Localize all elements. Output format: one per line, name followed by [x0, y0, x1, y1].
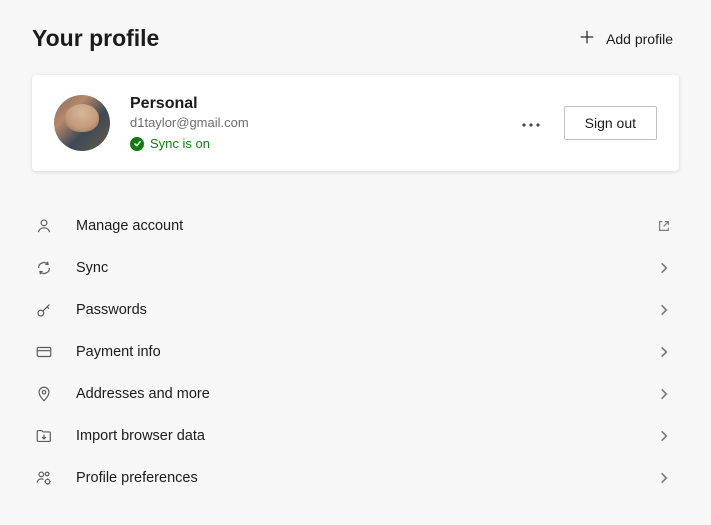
profile-email: d1taylor@gmail.com	[130, 115, 496, 130]
key-icon	[34, 300, 54, 320]
settings-item-label: Profile preferences	[76, 470, 633, 486]
chevron-right-icon	[655, 343, 673, 361]
add-profile-label: Add profile	[606, 31, 673, 47]
chevron-right-icon	[655, 301, 673, 319]
credit-card-icon	[34, 342, 54, 362]
external-link-icon	[655, 217, 673, 235]
people-settings-icon	[34, 468, 54, 488]
sync-status: Sync is on	[130, 136, 496, 151]
person-icon	[34, 216, 54, 236]
chevron-right-icon	[655, 427, 673, 445]
settings-item-profile-preferences[interactable]: Profile preferences	[32, 457, 679, 499]
chevron-right-icon	[655, 385, 673, 403]
more-horizontal-icon	[522, 114, 540, 132]
settings-list: Manage account Sync Passwords Payment in…	[32, 205, 679, 499]
sync-icon	[34, 258, 54, 278]
profile-info: Personal d1taylor@gmail.com Sync is on	[130, 95, 496, 151]
page-title: Your profile	[32, 25, 159, 52]
settings-item-label: Addresses and more	[76, 386, 633, 402]
profile-name: Personal	[130, 95, 496, 113]
settings-item-manage-account[interactable]: Manage account	[32, 205, 679, 247]
avatar	[54, 95, 110, 151]
settings-item-addresses[interactable]: Addresses and more	[32, 373, 679, 415]
settings-item-passwords[interactable]: Passwords	[32, 289, 679, 331]
import-icon	[34, 426, 54, 446]
check-circle-icon	[130, 137, 144, 151]
settings-item-import-browser-data[interactable]: Import browser data	[32, 415, 679, 457]
settings-item-label: Import browser data	[76, 428, 633, 444]
settings-item-label: Payment info	[76, 344, 633, 360]
more-options-button[interactable]	[516, 108, 546, 138]
settings-item-sync[interactable]: Sync	[32, 247, 679, 289]
profile-card: Personal d1taylor@gmail.com Sync is on S…	[32, 75, 679, 171]
sign-out-button[interactable]: Sign out	[564, 106, 657, 140]
plus-icon	[578, 28, 596, 49]
location-icon	[34, 384, 54, 404]
chevron-right-icon	[655, 259, 673, 277]
sync-status-text: Sync is on	[150, 136, 210, 151]
settings-item-label: Sync	[76, 260, 633, 276]
settings-item-payment-info[interactable]: Payment info	[32, 331, 679, 373]
chevron-right-icon	[655, 469, 673, 487]
add-profile-button[interactable]: Add profile	[572, 24, 679, 53]
settings-item-label: Passwords	[76, 302, 633, 318]
settings-item-label: Manage account	[76, 218, 633, 234]
